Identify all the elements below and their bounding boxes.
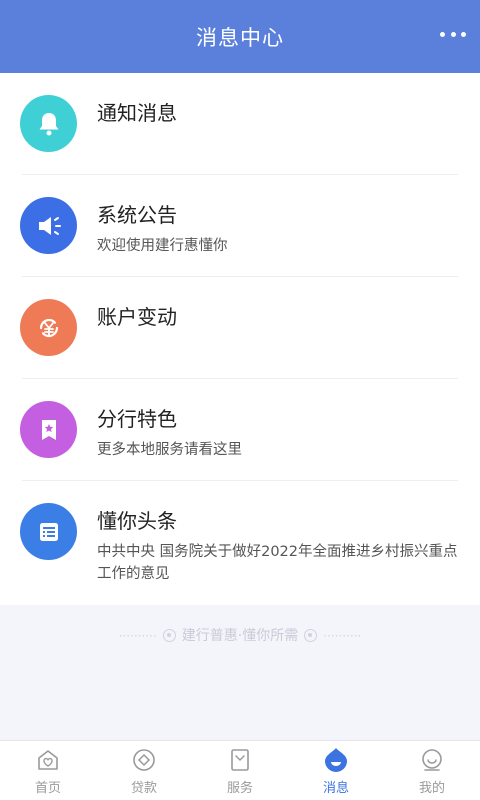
message-list: 通知消息 系统公告 欢迎使用建行惠懂你 账户变动 分行特色 更多本地服务请看这里… (0, 73, 480, 605)
profile-icon (419, 747, 445, 773)
loan-icon (131, 747, 157, 773)
tab-service[interactable]: 服务 (192, 741, 288, 800)
tab-label: 消息 (322, 781, 349, 796)
more-dots-icon[interactable] (440, 30, 466, 38)
tab-profile[interactable]: 我的 (384, 741, 480, 800)
home-icon (35, 747, 61, 773)
tab-loan[interactable]: 贷款 (96, 741, 192, 800)
message-item-desc: 中共中央 国务院关于做好2022年全面推进乡村振兴重点工作的意见 (97, 544, 458, 582)
tab-home[interactable]: 首页 (0, 741, 96, 800)
slogan-text: 建行普惠·懂你所需 (181, 628, 299, 644)
bottom-tab-bar: 首页 贷款 服务 消息 我的 (0, 740, 480, 800)
page-title: 消息中心 (196, 25, 284, 50)
message-item-desc: 欢迎使用建行惠懂你 (97, 238, 228, 254)
tab-message[interactable]: 消息 (288, 741, 384, 800)
bell-icon (20, 95, 77, 152)
message-item-title: 账户变动 (97, 305, 177, 329)
message-item-announcement[interactable]: 系统公告 欢迎使用建行惠懂你 (0, 175, 480, 277)
news-icon (20, 503, 77, 560)
message-item-title: 通知消息 (97, 101, 177, 125)
service-icon (227, 747, 253, 773)
tab-label: 服务 (226, 781, 253, 796)
message-item-branch-feature[interactable]: 分行特色 更多本地服务请看这里 (0, 379, 480, 481)
megaphone-icon (20, 197, 77, 254)
message-item-title: 系统公告 (97, 203, 177, 227)
dots-right: ·········· (323, 629, 362, 643)
app-header: 消息中心 (0, 0, 480, 73)
ring-icon (304, 629, 318, 642)
yuan-exchange-icon (20, 299, 77, 356)
dots-left: ·········· (118, 629, 157, 643)
message-item-notification[interactable]: 通知消息 (0, 73, 480, 175)
tab-label: 我的 (418, 781, 445, 796)
ring-icon (162, 629, 176, 642)
message-icon (323, 747, 349, 773)
message-item-desc: 更多本地服务请看这里 (97, 442, 242, 458)
message-item-title: 分行特色 (97, 407, 177, 431)
message-item-title: 懂你头条 (97, 509, 177, 533)
tab-label: 首页 (34, 781, 61, 796)
tab-label: 贷款 (130, 781, 157, 796)
message-item-account-change[interactable]: 账户变动 (0, 277, 480, 379)
message-item-headlines[interactable]: 懂你头条 中共中央 国务院关于做好2022年全面推进乡村振兴重点工作的意见 (0, 481, 480, 605)
bookmark-star-icon (20, 401, 77, 458)
footer-slogan: ·········· 建行普惠·懂你所需 ·········· (0, 625, 480, 645)
